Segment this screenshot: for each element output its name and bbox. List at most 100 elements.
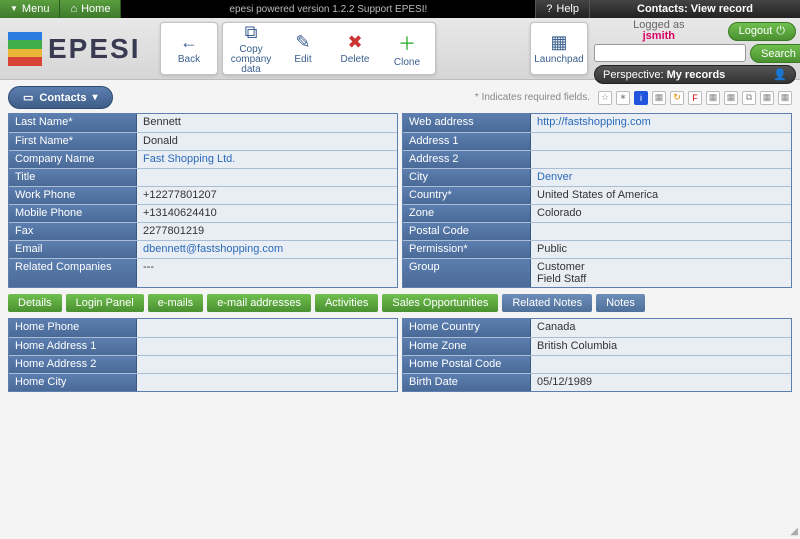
home-country-label: Home Country — [403, 319, 531, 337]
related-companies-value[interactable]: --- — [137, 259, 397, 287]
home-address1-value[interactable] — [137, 338, 397, 355]
tab-related-notes[interactable]: Related Notes — [502, 294, 592, 312]
tab-sales-opportunities[interactable]: Sales Opportunities — [382, 294, 498, 312]
home-phone-value[interactable] — [137, 319, 397, 337]
country-value[interactable]: United States of America — [531, 187, 791, 204]
required-fields-note: * Indicates required fields. — [475, 92, 590, 103]
web-address-value[interactable]: http://fastshopping.com — [531, 114, 791, 132]
delete-button[interactable]: ✖Delete — [329, 25, 381, 72]
address2-value[interactable] — [531, 151, 791, 168]
mobile-phone-label: Mobile Phone — [9, 205, 137, 222]
last-name-label: Last Name* — [9, 114, 137, 132]
zone-value[interactable]: Colorado — [531, 205, 791, 222]
power-icon: ⏻ — [776, 25, 785, 38]
home-icon: ⌂ — [70, 0, 77, 18]
birth-date-value[interactable]: 05/12/1989 — [531, 374, 791, 391]
postal-code-label: Postal Code — [403, 223, 531, 240]
calendar-icon[interactable]: ▦ — [652, 91, 666, 105]
title-label: Title — [9, 169, 137, 186]
group-value[interactable]: Customer Field Staff — [531, 259, 791, 287]
tab-bar: Details Login Panel e-mails e-mail addre… — [0, 288, 800, 318]
action-icons: ☆ ✶ i ▦ ↻ F ▦ ▦ ⧉ ▦ ▦ — [598, 91, 792, 105]
grid-icon-2[interactable]: ▦ — [724, 91, 738, 105]
info-icon[interactable]: i — [634, 91, 648, 105]
toolbar-group-3: ▦Launchpad — [530, 22, 588, 75]
permission-value[interactable]: Public — [531, 241, 791, 258]
home-postal-code-value[interactable] — [531, 356, 791, 373]
email-value[interactable]: dbennett@fastshopping.com — [137, 241, 397, 258]
details-form: Home Phone Home Address 1 Home Address 2… — [0, 318, 800, 392]
home-phone-label: Home Phone — [9, 319, 137, 337]
home-zone-value[interactable]: British Columbia — [531, 338, 791, 355]
group-label: Group — [403, 259, 531, 287]
city-label: City — [403, 169, 531, 186]
email-label: Email — [9, 241, 137, 258]
subscribe-icon[interactable]: ✶ — [616, 91, 630, 105]
title-value[interactable] — [137, 169, 397, 186]
resize-handle[interactable]: ◢ — [790, 526, 798, 537]
home-postal-code-label: Home Postal Code — [403, 356, 531, 373]
menu-button[interactable]: ▼Menu — [0, 0, 60, 18]
city-value[interactable]: Denver — [531, 169, 791, 186]
clone-button[interactable]: ＋Clone — [381, 25, 433, 72]
edit-button[interactable]: ✎Edit — [277, 25, 329, 72]
address1-value[interactable] — [531, 133, 791, 150]
fax-value[interactable]: 2277801219 — [137, 223, 397, 240]
work-phone-value[interactable]: +12277801207 — [137, 187, 397, 204]
grid-icon-1[interactable]: ▦ — [706, 91, 720, 105]
edit-icon: ✎ — [295, 32, 310, 53]
logged-as-text: Logged asjsmith — [594, 20, 724, 42]
launchpad-button[interactable]: ▦Launchpad — [533, 25, 585, 72]
birth-date-label: Birth Date — [403, 374, 531, 391]
home-country-value[interactable]: Canada — [531, 319, 791, 337]
tab-email-addresses[interactable]: e-mail addresses — [207, 294, 311, 312]
tab-activities[interactable]: Activities — [315, 294, 378, 312]
chevron-down-icon: ▾ — [92, 92, 97, 103]
home-address2-label: Home Address 2 — [9, 356, 137, 373]
sub-bar: ▭Contacts▾ * Indicates required fields. … — [0, 80, 800, 113]
company-value[interactable]: Fast Shopping Ltd. — [137, 151, 397, 168]
copy-icon: ⧉ — [245, 22, 258, 43]
copy-company-data-button[interactable]: ⧉Copy company data — [225, 25, 277, 72]
home-city-label: Home City — [9, 374, 137, 391]
form-right-column: Web addresshttp://fastshopping.com Addre… — [402, 113, 792, 288]
back-button[interactable]: ←Back — [163, 25, 215, 72]
logo-text: EPESI — [48, 33, 140, 65]
fav-icon[interactable]: ☆ — [598, 91, 612, 105]
company-label: Company Name — [9, 151, 137, 168]
section-title[interactable]: ▭Contacts▾ — [8, 86, 113, 109]
logout-button[interactable]: Logout⏻ — [728, 22, 796, 41]
web-address-label: Web address — [403, 114, 531, 132]
search-input[interactable] — [594, 44, 746, 62]
delete-icon: ✖ — [347, 32, 362, 53]
help-button[interactable]: ?Help — [535, 0, 590, 18]
search-button[interactable]: Search🔍 — [750, 44, 800, 63]
home-address2-value[interactable] — [137, 356, 397, 373]
history-icon[interactable]: ↻ — [670, 91, 684, 105]
print-icon[interactable]: ▦ — [760, 91, 774, 105]
perspective-selector[interactable]: Perspective: My records👤 — [594, 65, 796, 84]
country-label: Country* — [403, 187, 531, 204]
last-name-value[interactable]: Bennett — [137, 114, 397, 132]
tab-login-panel[interactable]: Login Panel — [66, 294, 144, 312]
home-city-value[interactable] — [137, 374, 397, 391]
work-phone-label: Work Phone — [9, 187, 137, 204]
copy-action-icon[interactable]: ⧉ — [742, 91, 756, 105]
address1-label: Address 1 — [403, 133, 531, 150]
tab-details[interactable]: Details — [8, 294, 62, 312]
form-left-column: Last Name*Bennett First Name*Donald Comp… — [8, 113, 398, 288]
home-button[interactable]: ⌂Home — [60, 0, 121, 18]
menu-triangle-icon: ▼ — [10, 0, 18, 18]
export-icon[interactable]: ▦ — [778, 91, 792, 105]
page-title: Contacts: View record — [590, 0, 800, 18]
related-companies-label: Related Companies — [9, 259, 137, 287]
postal-code-value[interactable] — [531, 223, 791, 240]
top-bar: ▼Menu ⌂Home epesi powered version 1.2.2 … — [0, 0, 800, 18]
tab-notes[interactable]: Notes — [596, 294, 645, 312]
first-name-value[interactable]: Donald — [137, 133, 397, 150]
mobile-phone-value[interactable]: +13140624410 — [137, 205, 397, 222]
filter-icon[interactable]: F — [688, 91, 702, 105]
permission-label: Permission* — [403, 241, 531, 258]
tab-emails[interactable]: e-mails — [148, 294, 203, 312]
address2-label: Address 2 — [403, 151, 531, 168]
